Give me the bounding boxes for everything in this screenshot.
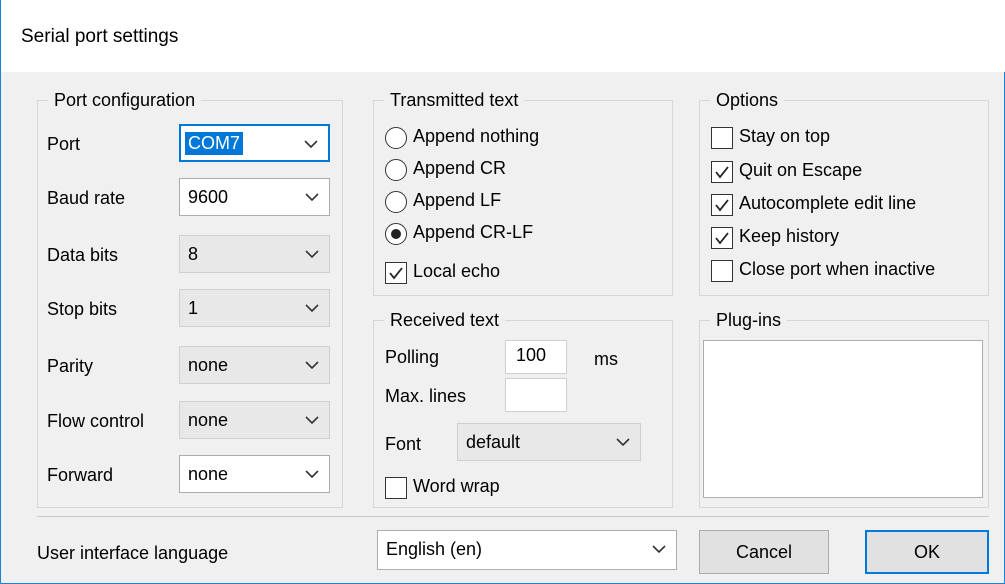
chevron-down-icon: [305, 193, 319, 202]
checkmark-icon: [715, 166, 729, 179]
chevron-down-icon: [305, 304, 319, 313]
checkbox[interactable]: [711, 227, 733, 249]
port-value: COM7: [185, 132, 244, 155]
polling-label: Polling: [385, 347, 440, 367]
chevron-down-icon: [305, 416, 319, 425]
chevron-down-icon: [305, 361, 319, 370]
radio-button[interactable]: [385, 223, 407, 245]
transmitted-text-legend: Transmitted text: [384, 89, 525, 111]
radio-label: Append CR-LF: [413, 222, 534, 242]
received-text-legend: Received text: [384, 309, 506, 331]
checkbox-label: Autocomplete edit line: [739, 193, 917, 213]
forward-value: none: [188, 464, 229, 484]
chevron-down-icon: [305, 250, 319, 259]
baud-rate-label: Baud rate: [47, 188, 126, 208]
radio-label: Append nothing: [413, 126, 540, 146]
forward-select[interactable]: none: [179, 455, 330, 493]
stop-bits-select[interactable]: 1: [179, 289, 330, 327]
polling-input[interactable]: 100: [505, 340, 567, 374]
chevron-down-icon: [616, 438, 630, 447]
stop-bits-label: Stop bits: [47, 299, 118, 319]
port-configuration-legend: Port configuration: [48, 89, 202, 111]
max-lines-input[interactable]: [505, 378, 567, 412]
checkbox[interactable]: [711, 260, 733, 282]
checkbox-label: Local echo: [413, 261, 501, 281]
port-label: Port: [47, 134, 81, 154]
data-bits-label: Data bits: [47, 245, 119, 265]
flow-control-value: none: [188, 410, 229, 430]
port-select[interactable]: COM7: [179, 124, 330, 162]
checkbox[interactable]: [711, 127, 733, 149]
chevron-down-icon: [304, 140, 318, 149]
parity-label: Parity: [47, 356, 94, 376]
polling-unit-label: ms: [594, 349, 618, 369]
checkbox[interactable]: [711, 161, 733, 183]
language-select[interactable]: English (en): [377, 530, 677, 570]
checkbox-label: Close port when inactive: [739, 259, 936, 279]
language-value: English (en): [386, 539, 483, 559]
data-bits-value: 8: [188, 244, 199, 264]
language-label: User interface language: [37, 543, 229, 563]
plugins-list[interactable]: [703, 340, 983, 498]
plugins-legend: Plug-ins: [710, 309, 788, 331]
checkbox-label: Keep history: [739, 226, 840, 246]
stop-bits-value: 1: [188, 298, 199, 318]
window-title: Serial port settings: [21, 26, 179, 47]
serial-port-settings-dialog: Serial port settings Port configuration …: [0, 0, 1005, 584]
ok-button[interactable]: OK: [865, 530, 989, 574]
font-label: Font: [385, 434, 422, 454]
radio-button[interactable]: [385, 127, 407, 149]
font-select[interactable]: default: [457, 423, 641, 461]
checkbox[interactable]: [385, 477, 407, 499]
radio-label: Append LF: [413, 190, 502, 210]
footer-separator: [37, 516, 989, 517]
font-value: default: [466, 432, 521, 452]
cancel-button[interactable]: Cancel: [699, 530, 829, 574]
radio-button[interactable]: [385, 191, 407, 213]
parity-value: none: [188, 355, 229, 375]
radio-selected-dot: [391, 229, 401, 239]
polling-value: 100: [516, 345, 547, 365]
options-legend: Options: [710, 89, 785, 111]
data-bits-select[interactable]: 8: [179, 235, 330, 273]
forward-label: Forward: [47, 465, 114, 485]
checkbox-label: Quit on Escape: [739, 160, 863, 180]
flow-control-select[interactable]: none: [179, 401, 330, 439]
max-lines-label: Max. lines: [385, 386, 467, 406]
baud-rate-value: 9600: [188, 187, 229, 207]
checkmark-icon: [389, 267, 403, 280]
radio-label: Append CR: [413, 158, 507, 178]
radio-button[interactable]: [385, 159, 407, 181]
baud-rate-select[interactable]: 9600: [179, 178, 330, 216]
chevron-down-icon: [652, 545, 666, 554]
checkbox[interactable]: [711, 194, 733, 216]
checkmark-icon: [715, 199, 729, 212]
flow-control-label: Flow control: [47, 411, 145, 431]
checkmark-icon: [715, 232, 729, 245]
chevron-down-icon: [305, 470, 319, 479]
title-bar[interactable]: Serial port settings: [1, 0, 1005, 72]
checkbox-label: Stay on top: [739, 126, 831, 146]
checkbox-label: Word wrap: [413, 476, 500, 496]
parity-select[interactable]: none: [179, 346, 330, 384]
checkbox[interactable]: [385, 262, 407, 284]
